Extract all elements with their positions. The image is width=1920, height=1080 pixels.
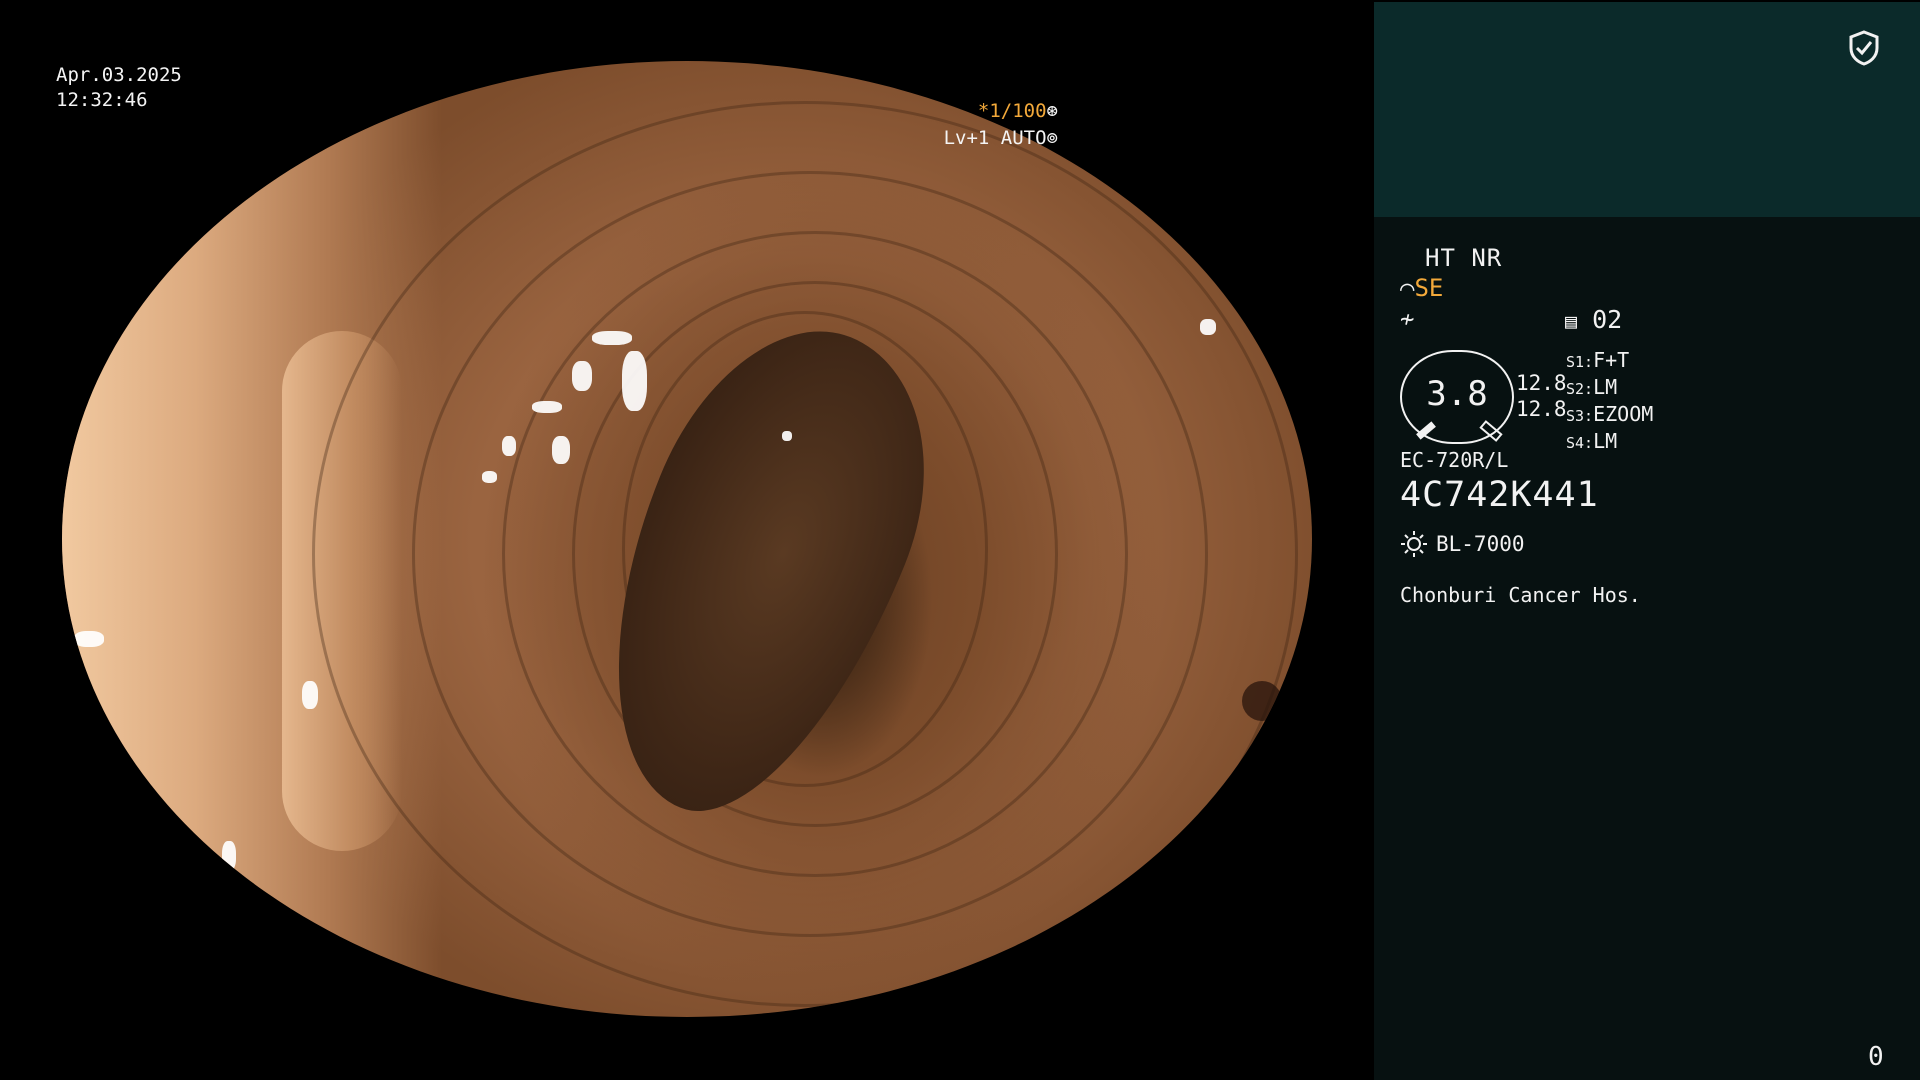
- scope-switch-list: S1:F+T S2:LM S3:EZOOM S4:LM: [1566, 348, 1653, 456]
- storage-count: ▤ 02: [1565, 305, 1622, 334]
- iris-icon: ⊚: [1046, 127, 1058, 149]
- shield-check-icon: [1849, 30, 1879, 66]
- specular-reflection: [782, 431, 792, 441]
- specular-reflection: [502, 436, 516, 456]
- switch-row: S4:LM: [1566, 429, 1618, 453]
- gauge-value: 3.8: [1426, 374, 1488, 414]
- gauge-side-value: 12.8: [1516, 371, 1567, 395]
- shadow: [1242, 681, 1282, 721]
- gauge-side-value: 12.8: [1516, 397, 1567, 421]
- gauge-marker-left: [1416, 421, 1436, 440]
- bending-gauge: 3.8: [1400, 350, 1514, 444]
- specular-reflection: [74, 631, 104, 647]
- switch-row: S1:F+T: [1566, 348, 1630, 372]
- structure-enhance: ⌒SE: [1400, 274, 1443, 302]
- storage-value: 02: [1592, 305, 1623, 334]
- light-source: BL-7000: [1400, 530, 1525, 558]
- exposure-info: *1/100⊛ Lv+1 AUTO⊚: [944, 98, 1058, 152]
- date: Apr.03.2025: [56, 64, 182, 86]
- panel-header: [1374, 2, 1920, 217]
- scope-serial: 4C742K441: [1400, 475, 1599, 515]
- specular-reflection: [622, 351, 647, 411]
- specular-reflection: [302, 681, 318, 709]
- image-enhancement: HT NR: [1425, 244, 1503, 272]
- endoscope-image: [62, 61, 1312, 1017]
- light-source-model: BL-7000: [1436, 532, 1525, 556]
- specular-reflection: [552, 436, 570, 464]
- scope-model: EC-720R/L: [1400, 448, 1509, 472]
- structure-enhance-icon: ⌒: [1400, 274, 1415, 302]
- light-source-icon: [1401, 531, 1427, 557]
- shutter-speed: *1/100: [977, 100, 1047, 122]
- specular-reflection: [962, 61, 1002, 73]
- time: 12:32:46: [56, 89, 148, 111]
- shadow: [1142, 881, 1202, 926]
- specular-reflection: [1200, 319, 1216, 335]
- date-time: Apr.03.2025 12:32:46: [56, 63, 182, 113]
- info-panel: [1374, 217, 1920, 1080]
- specular-reflection: [532, 401, 562, 413]
- specular-reflection: [592, 331, 632, 345]
- se-label: SE: [1414, 274, 1444, 302]
- switch-row: S3:EZOOM: [1566, 402, 1654, 426]
- iris-mode: Lv+1 AUTO: [943, 127, 1047, 149]
- specular-reflection: [482, 471, 497, 483]
- freeze-icon: ≁: [1400, 305, 1415, 333]
- specular-reflection: [222, 841, 236, 871]
- switch-row: S2:LM: [1566, 375, 1618, 399]
- gauge-side-values: 12.8 12.8: [1516, 370, 1567, 422]
- freeze-indicator: ≁: [1400, 305, 1414, 333]
- specular-reflection: [572, 361, 592, 391]
- image-counter: 0: [1868, 1042, 1884, 1072]
- memory-card-icon: ▤: [1565, 309, 1578, 333]
- hospital-name: Chonburi Cancer Hos.: [1400, 583, 1641, 607]
- aperture-icon: ⊛: [1046, 100, 1058, 122]
